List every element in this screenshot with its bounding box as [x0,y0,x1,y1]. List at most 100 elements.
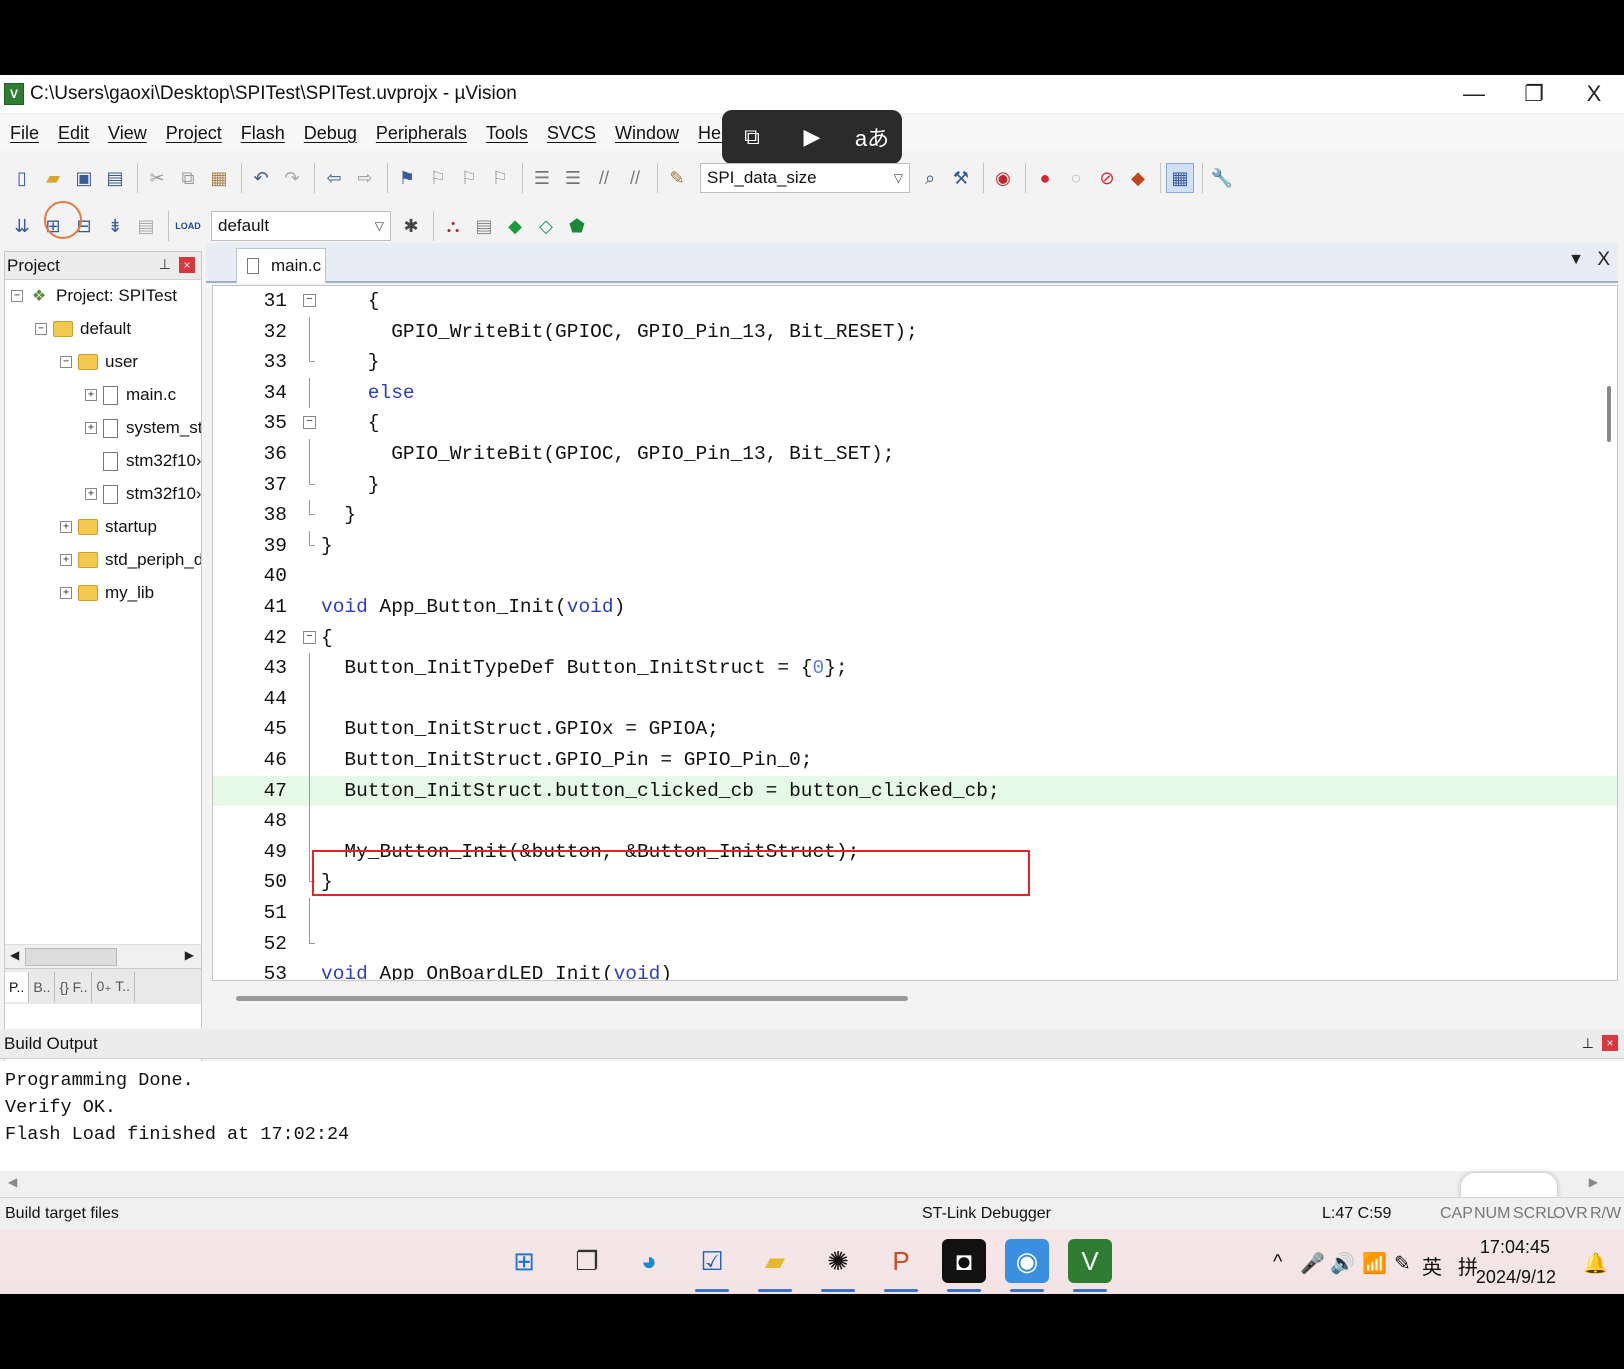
breakpoint-icon[interactable]: ● [1031,163,1059,193]
comment-icon[interactable]: // [590,163,618,193]
run-time-environment-icon[interactable]: ⬟ [563,211,591,241]
find-in-files-icon[interactable]: ✎ [663,163,691,193]
collapse-toggle[interactable]: − [60,356,72,368]
uncomment-icon[interactable]: // [621,163,649,193]
ai-video-icon[interactable]: ▶ [790,117,834,157]
tree-item-project[interactable]: − ❖ Project: SPITest [11,280,177,312]
close-panel-icon[interactable]: × [1602,1035,1618,1051]
green-diamond-icon[interactable]: ◆ [501,211,529,241]
clock-date[interactable]: 2024/9/12 [1476,1267,1556,1288]
notification-bell-icon[interactable]: 🔔 [1583,1251,1608,1276]
window-layout-icon[interactable]: ▦ [1166,163,1194,193]
clear-bookmarks-icon[interactable]: ⚐ [486,163,514,193]
menu-edit[interactable]: Edit [58,123,89,144]
todo-app-icon[interactable]: ☑ [690,1239,734,1283]
menu-flash[interactable]: Flash [241,123,285,144]
editor-vertical-scroll-thumb[interactable] [1607,386,1611,442]
keil-uvision-taskbar-icon[interactable]: V [1068,1239,1112,1283]
find-combo[interactable]: SPI_data_size ▽ [700,163,910,193]
camera-app-icon[interactable]: ◉ [1005,1239,1049,1283]
menu-peripherals[interactable]: Peripherals [376,123,467,144]
save-all-icon[interactable]: ▤ [101,163,129,193]
scroll-left-icon[interactable]: ◀ [10,948,19,962]
restore-button[interactable]: ❐ [1504,75,1564,113]
project-horizontal-scrollbar[interactable]: ◀ ▶ [5,944,201,968]
indent-icon[interactable]: ☰ [528,163,556,193]
close-window-button[interactable]: X [1564,75,1624,113]
pin-icon[interactable]: ⊥ [1582,1035,1594,1052]
cut-icon[interactable]: ✂ [143,163,171,193]
menu-project[interactable]: Project [166,123,222,144]
debug-session-icon[interactable]: ◉ [989,163,1017,193]
task-view-icon[interactable]: ❐ [565,1239,609,1283]
fold-collapse-icon[interactable]: − [303,630,316,644]
collapse-toggle[interactable]: − [35,323,47,335]
undo-icon[interactable]: ↶ [247,163,275,193]
menu-file[interactable]: File [10,123,39,144]
download-load-icon[interactable]: LOAD [174,211,202,241]
tray-overflow-icon[interactable]: ^ [1273,1251,1282,1274]
file-explorer-icon[interactable]: ▰ [753,1239,797,1283]
target-combo[interactable]: default ▽ [211,211,391,241]
tree-item-stm32f10x-a[interactable]: stm32f10› [85,445,201,477]
tree-item-my-lib[interactable]: + my_lib [60,577,154,609]
expand-toggle[interactable]: + [85,488,97,500]
menu-window[interactable]: Window [615,123,679,144]
save-icon[interactable]: ▣ [70,163,98,193]
microphone-icon[interactable]: 🎤 [1300,1251,1325,1276]
clock-time[interactable]: 17:04:45 [1480,1237,1550,1258]
tree-item-system-st[interactable]: + system_st [85,412,201,444]
bookmark-icon[interactable]: ⚑ [393,163,421,193]
stop-build-icon[interactable]: ▤ [132,211,160,241]
tree-item-stm32f10x-b[interactable]: + stm32f10› [85,478,201,510]
disable-breakpoint-icon[interactable]: ○ [1062,163,1090,193]
chevron-down-icon[interactable]: ▼ [1568,251,1584,269]
pack-installer-icon[interactable]: ◇ [532,211,560,241]
input-language-indicator[interactable]: 英 [1422,1251,1442,1280]
target-options-icon[interactable]: ✱ [397,211,425,241]
minimize-button[interactable]: — [1444,75,1504,113]
scroll-left-icon[interactable]: ◀ [8,1175,17,1189]
fold-collapse-icon[interactable]: − [303,416,316,430]
settings-app-icon[interactable]: ✺ [816,1239,860,1283]
pin-icon[interactable]: ⊥ [159,256,171,273]
scroll-thumb[interactable] [25,948,117,966]
configuration-wrench-icon[interactable]: 🔧 [1208,163,1236,193]
open-file-icon[interactable]: ▰ [39,163,67,193]
tab-functions[interactable]: {} F.. [55,971,93,1002]
edge-browser-icon[interactable]: ◕ [627,1239,671,1283]
disable-all-breakpoints-icon[interactable]: ⊘ [1093,163,1121,193]
new-file-icon[interactable]: ▯ [8,163,36,193]
unindent-icon[interactable]: ☰ [559,163,587,193]
menu-tools[interactable]: Tools [486,123,528,144]
pen-icon[interactable]: ✎ [1394,1251,1411,1276]
incremental-find-icon[interactable]: ⚒ [947,163,975,193]
editor-horizontal-scroll-thumb[interactable] [236,996,908,1001]
menu-svcs[interactable]: SVCS [547,123,596,144]
batch-build-icon[interactable]: ⇟ [101,211,129,241]
tree-item-startup[interactable]: + startup [60,511,157,543]
copy-icon[interactable]: ⧉ [174,163,202,193]
expand-toggle[interactable]: + [60,554,72,566]
next-bookmark-icon[interactable]: ⚐ [455,163,483,193]
close-panel-icon[interactable]: × [179,257,195,273]
expand-toggle[interactable]: + [85,422,97,434]
expand-toggle[interactable]: + [60,587,72,599]
tab-main-c[interactable]: main.c [236,248,326,283]
start-icon[interactable]: ⊞ [502,1239,546,1283]
fold-collapse-icon[interactable]: − [303,294,316,307]
navigate-forward-icon[interactable]: ⇨ [351,163,379,193]
collapse-toggle[interactable]: − [11,290,23,302]
tab-templates[interactable]: 0₊ T.. [92,971,136,1002]
picture-in-picture-icon[interactable]: ⧉ [730,117,774,157]
screen-recorder-icon[interactable]: ◘ [942,1239,986,1283]
build-output-text[interactable]: Programming Done. Verify OK. Flash Load … [0,1061,1624,1171]
prev-bookmark-icon[interactable]: ⚐ [424,163,452,193]
redo-icon[interactable]: ↷ [278,163,306,193]
tab-project[interactable]: P.. [5,971,30,1002]
scroll-right-icon[interactable]: ▶ [1589,1175,1598,1189]
scroll-right-icon[interactable]: ▶ [185,948,194,962]
tree-item-main-c[interactable]: + main.c [85,379,176,411]
build-horizontal-scrollbar[interactable]: ◀ ▶ [0,1171,1624,1195]
file-extensions-icon[interactable]: ▤ [470,211,498,241]
